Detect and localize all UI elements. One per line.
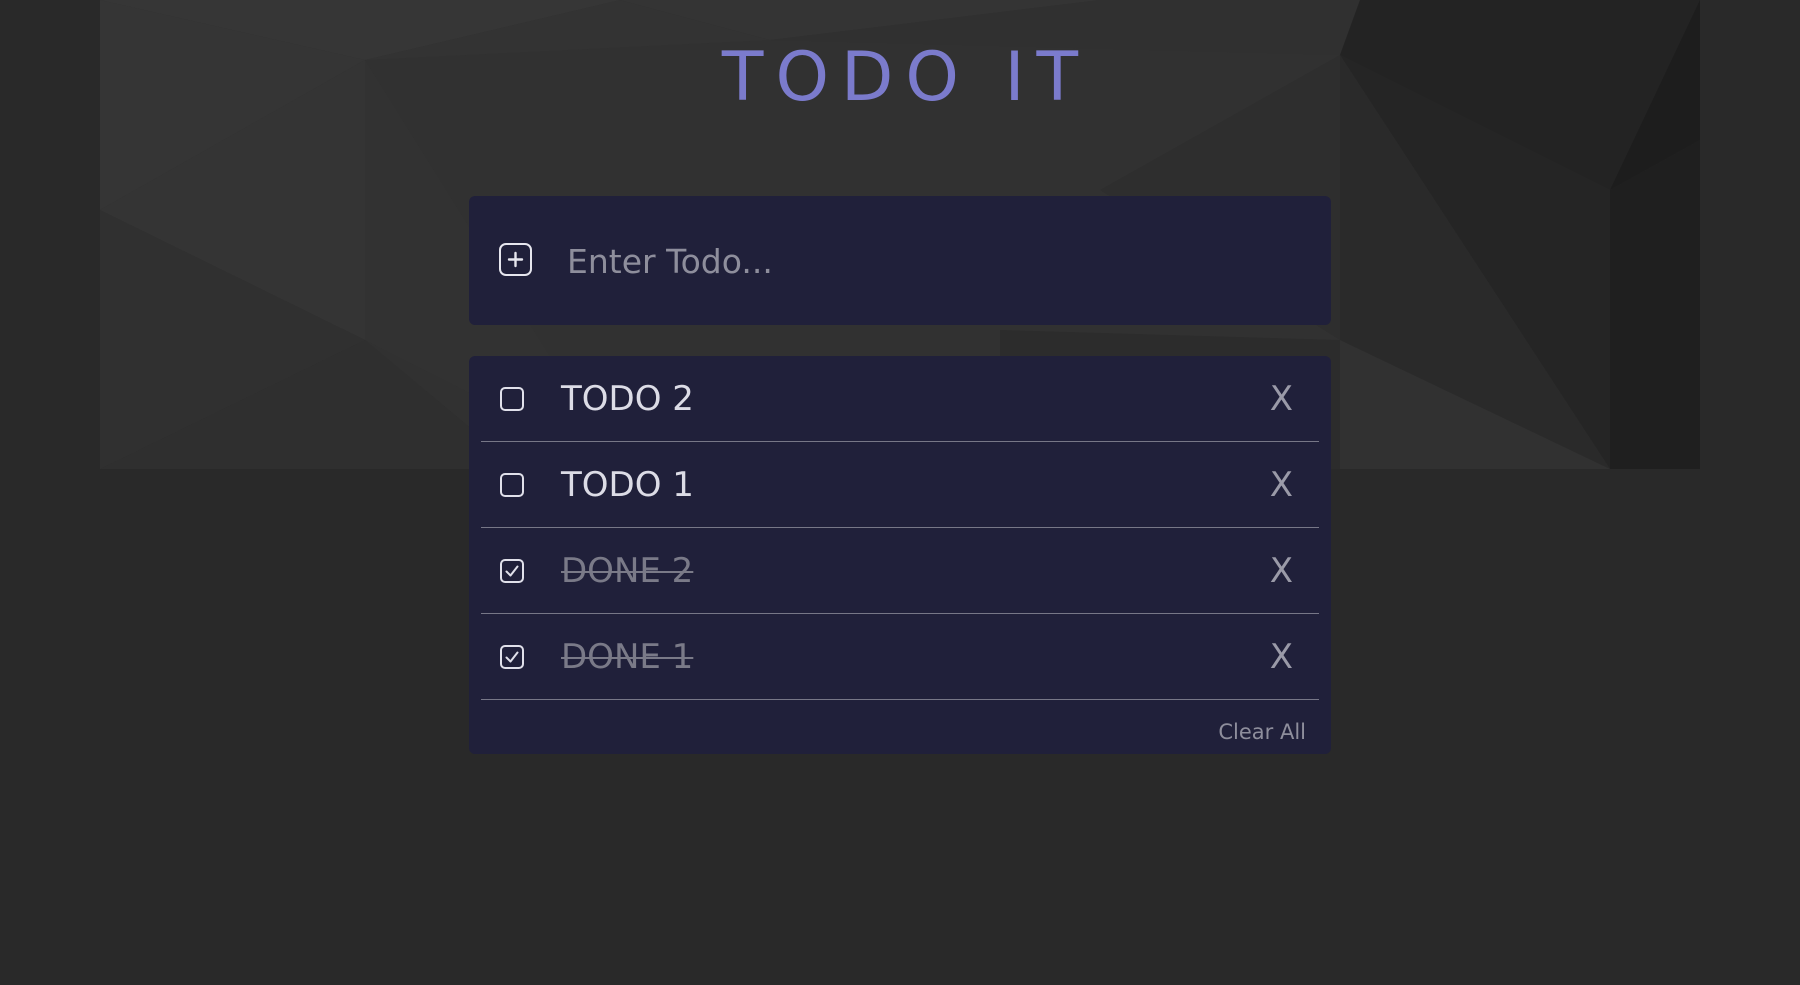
delete-todo-button[interactable]: X: [1270, 376, 1293, 422]
delete-todo-button[interactable]: X: [1270, 462, 1293, 508]
todo-item-done: DONE 2 X: [481, 528, 1319, 614]
todo-item: TODO 1 X: [481, 442, 1319, 528]
todo-item-done: DONE 1 X: [481, 614, 1319, 700]
todo-list: TODO 2 X TODO 1 X DONE 2 X DONE 1 X Clea…: [469, 356, 1331, 754]
todo-text: TODO 2: [561, 379, 694, 419]
todo-checkbox-checked[interactable]: [500, 559, 524, 583]
todo-input-card: [469, 196, 1331, 325]
todo-text: TODO 1: [561, 465, 694, 505]
page: TODO IT TODO 2 X TODO 1 X D: [0, 0, 1800, 985]
clear-all-button[interactable]: Clear All: [1218, 720, 1306, 744]
delete-todo-button[interactable]: X: [1270, 548, 1293, 594]
todo-item: TODO 2 X: [481, 356, 1319, 442]
todo-text: DONE 1: [561, 637, 694, 677]
add-todo-button[interactable]: [499, 243, 532, 276]
todo-input[interactable]: [565, 234, 1289, 288]
todo-checkbox[interactable]: [500, 387, 524, 411]
todo-checkbox[interactable]: [500, 473, 524, 497]
delete-todo-button[interactable]: X: [1270, 634, 1293, 680]
plus-square-icon: [507, 251, 524, 268]
todo-checkbox-checked[interactable]: [500, 645, 524, 669]
checkmark-icon: [505, 565, 519, 577]
checkmark-icon: [505, 651, 519, 663]
app-title: TODO IT: [721, 38, 1091, 117]
todo-text: DONE 2: [561, 551, 694, 591]
